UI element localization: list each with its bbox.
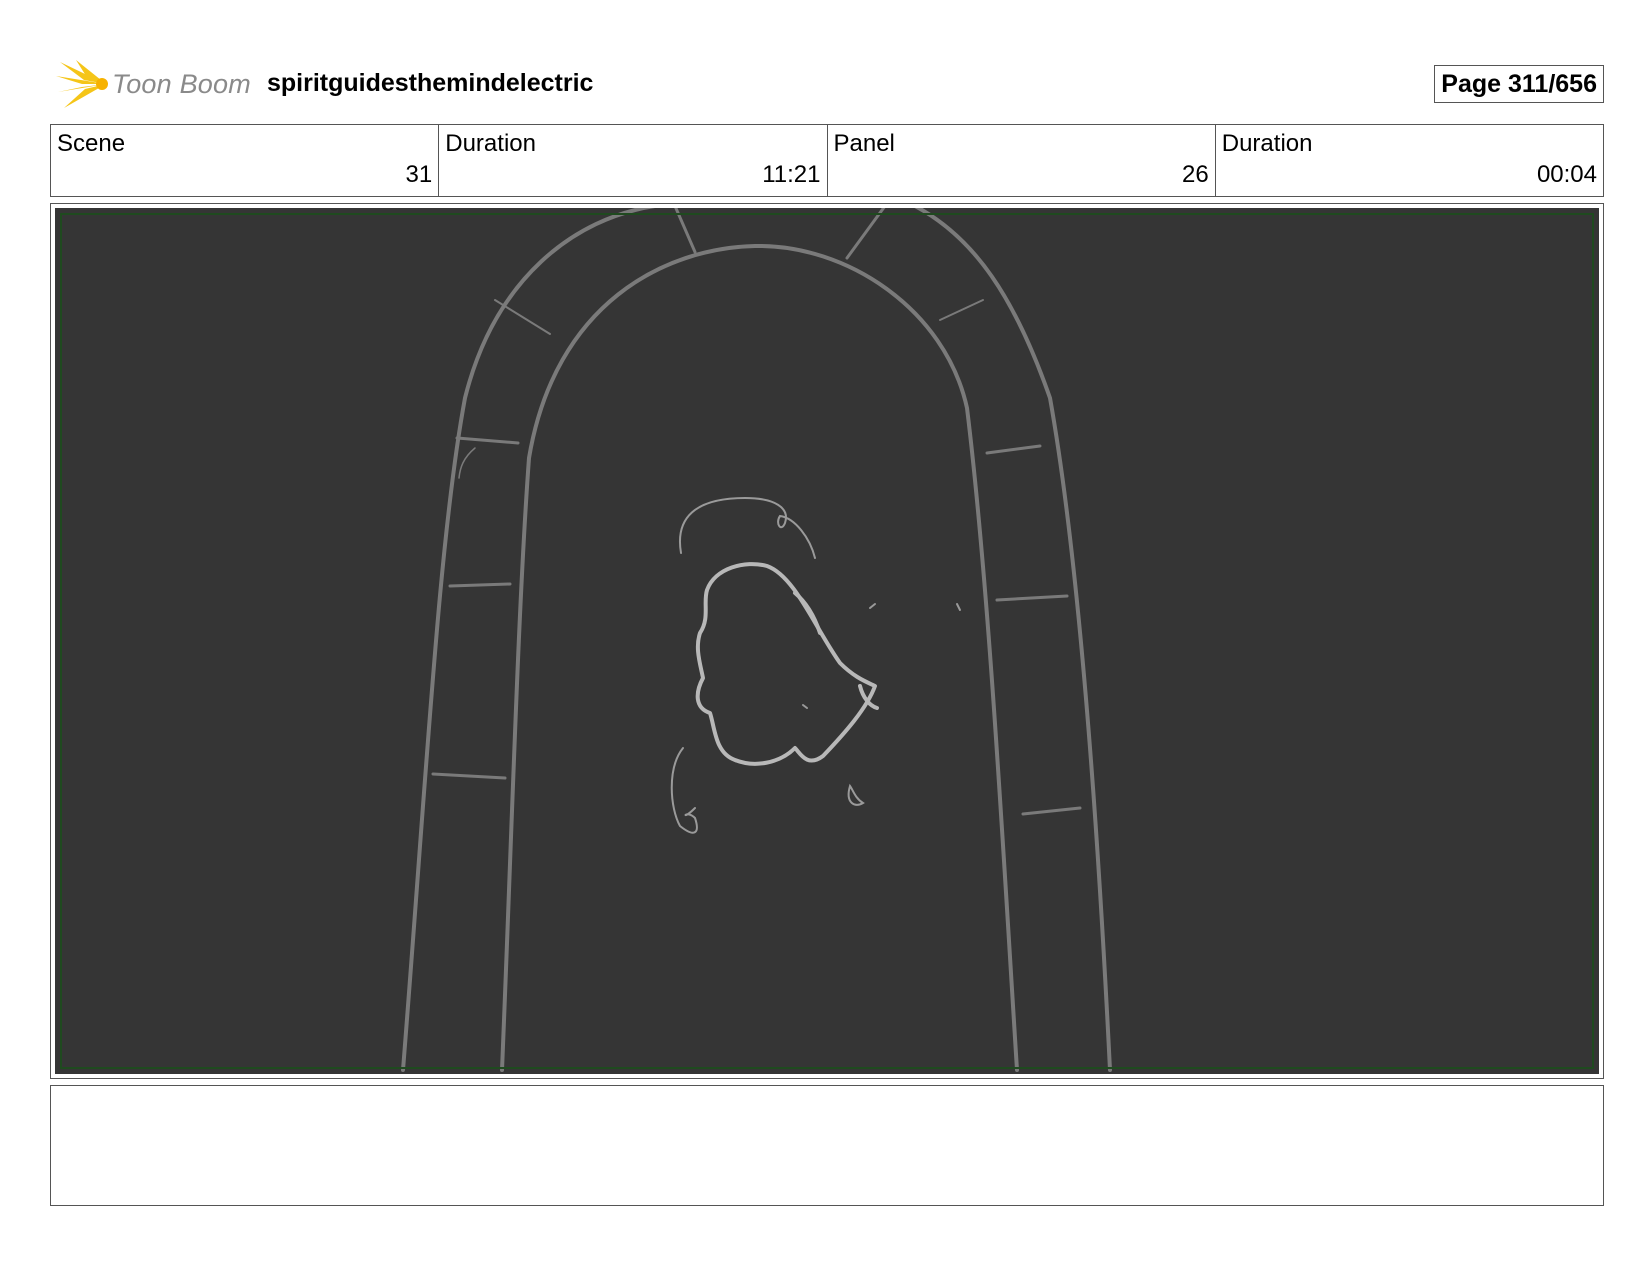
project-title: spiritguidesthemindelectric (267, 69, 594, 97)
scene-duration-cell: Duration 11:21 (439, 125, 828, 196)
scene-cell: Scene 31 (51, 125, 440, 196)
panel-sketch (55, 204, 1599, 1074)
burst-icon (56, 60, 108, 108)
info-table: Scene 31 Duration 11:21 Panel 26 Duratio… (50, 124, 1604, 197)
panel-label: Panel (833, 130, 895, 157)
notes-box (50, 1085, 1604, 1206)
scene-value: 31 (405, 161, 433, 188)
panel-duration-value: 00:04 (1536, 161, 1597, 188)
safe-frame (60, 213, 1594, 1069)
storyboard-panel (50, 203, 1604, 1079)
page-number: Page 311/656 (1434, 65, 1604, 103)
panel-duration-cell: Duration 00:04 (1216, 125, 1603, 196)
toon-boom-logo: Toon Boom (54, 58, 254, 110)
scene-label: Scene (57, 130, 126, 157)
scene-duration-label: Duration (445, 130, 536, 157)
page-header: Toon Boom spiritguidesthemindelectric Pa… (50, 54, 1604, 110)
logo-wordmark: Toon Boom (112, 69, 251, 99)
scene-duration-value: 11:21 (762, 161, 821, 188)
panel-duration-label: Duration (1221, 130, 1313, 157)
panel-value: 26 (1182, 161, 1209, 188)
panel-cell: Panel 26 (828, 125, 1216, 196)
